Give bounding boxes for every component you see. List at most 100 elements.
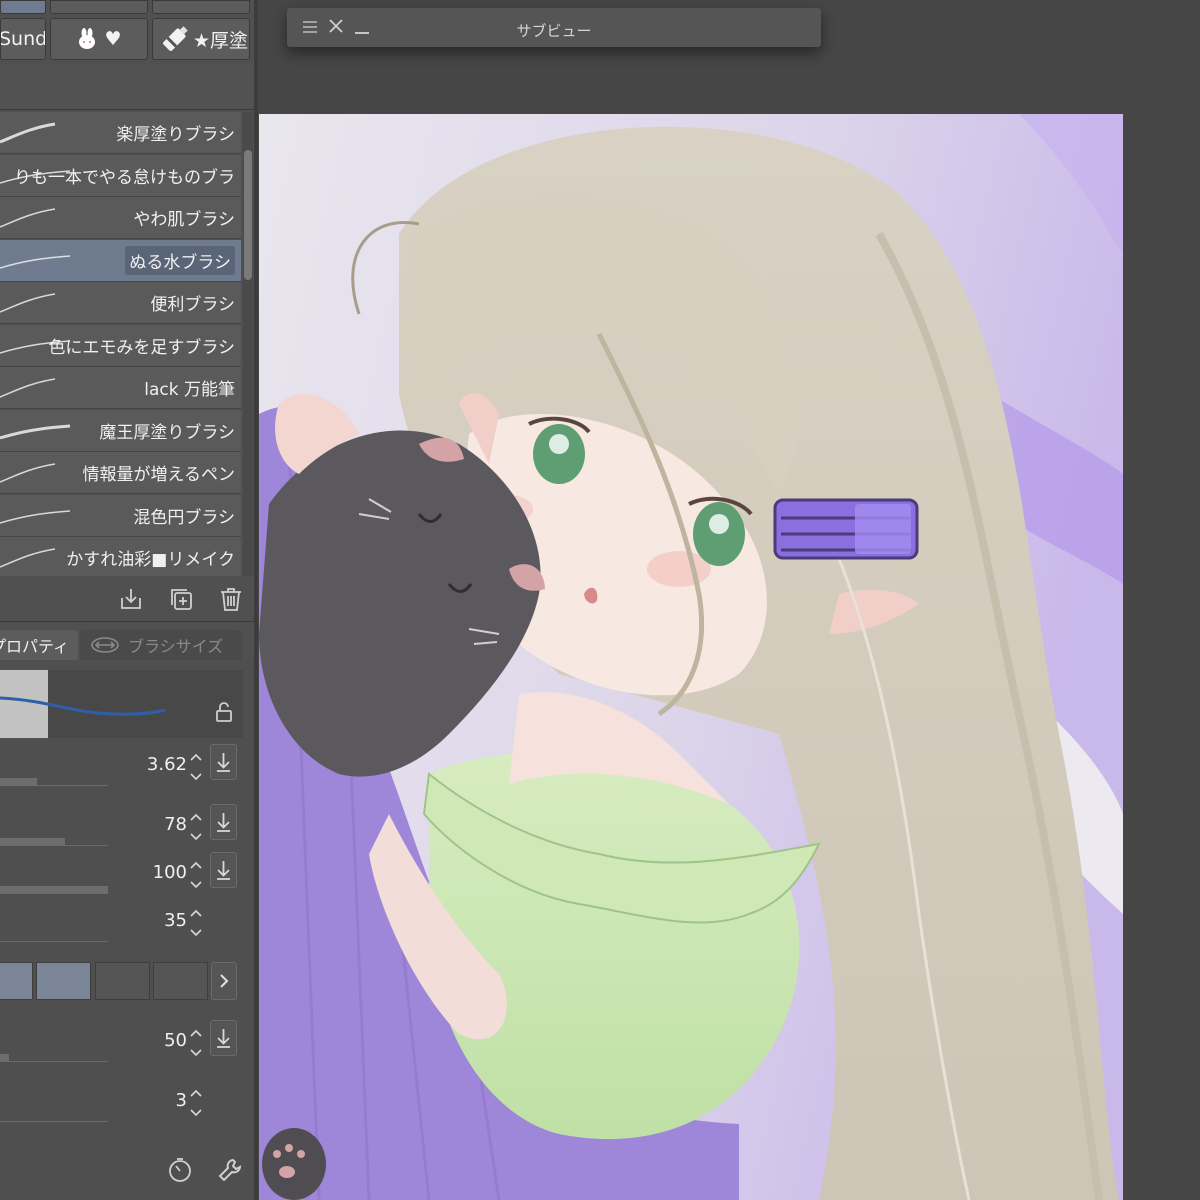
property-value[interactable]: 78 [164, 814, 187, 835]
material-tab-sunday[interactable]: Sunda [0, 18, 46, 60]
panel-divider[interactable] [254, 0, 258, 1200]
stepper-arrows-icon[interactable] [188, 858, 204, 892]
wrench-icon[interactable] [216, 1156, 244, 1184]
brush-stroke-thumbnail [0, 208, 56, 228]
brush-stroke-thumbnail [0, 254, 71, 269]
brush-size-icon [90, 636, 120, 654]
duplicate-icon[interactable] [168, 586, 194, 612]
brush-item-label: やわ肌ブラシ [133, 210, 235, 230]
brush-item-label: lack 万能筆 [144, 380, 235, 400]
tube-icon [157, 22, 193, 56]
property-slider[interactable] [0, 778, 108, 786]
download-icon[interactable] [210, 744, 237, 780]
segment-option-2[interactable] [36, 962, 91, 1000]
brush-item[interactable]: 色にエモみを足すブラシ [0, 324, 241, 367]
tab-properties-label: プロパティ [0, 637, 70, 656]
brush-item-label: 魔王厚塗りブラシ [99, 422, 235, 443]
brush-item[interactable]: 魔王厚塗りブラシ [0, 409, 241, 452]
brush-item-label: りも一本でやる怠けものブラ [14, 167, 235, 188]
property-slider-fill [0, 886, 108, 894]
material-tab-atsunuri[interactable]: ★厚塗 [152, 18, 250, 60]
brush-item[interactable]: りも一本でやる怠けものブラ [0, 154, 241, 197]
download-icon[interactable] [118, 586, 144, 612]
brush-stroke-thumbnail [0, 378, 56, 398]
material-tab-label: ★厚塗 [193, 29, 249, 52]
stepper-arrows-icon[interactable] [188, 810, 204, 844]
left-panel: Sunda ♥ ★厚塗 楽厚塗りブラシりも一本でやる怠けものブラやわ肌ブラシぬる… [0, 0, 255, 1200]
subview-window[interactable]: サブビュー [287, 8, 821, 47]
property-row[interactable]: 35 [0, 900, 255, 950]
brush-item[interactable]: 便利ブラシ [0, 282, 241, 324]
subview-title: サブビュー [516, 22, 592, 40]
property-row[interactable]: 100 [0, 852, 255, 902]
material-tab-label: Sunda [0, 28, 45, 50]
material-tab-top-1[interactable] [0, 0, 46, 14]
property-tabs: プロパティ ブラシサイズ [0, 630, 255, 660]
stepper-arrows-icon[interactable] [188, 906, 204, 940]
brush-stroke-thumbnail [0, 424, 71, 439]
material-tab-top-2[interactable] [50, 0, 148, 14]
download-icon[interactable] [210, 852, 237, 888]
property-row[interactable]: 50 [0, 1020, 255, 1070]
property-value[interactable]: 35 [164, 910, 187, 931]
segment-option-4[interactable] [153, 962, 208, 1000]
segment-option-1[interactable] [0, 962, 33, 1000]
property-slider[interactable] [0, 1054, 108, 1062]
bunny-icon [76, 28, 98, 50]
material-tab-label: ♥ [104, 28, 122, 50]
segment-next-button[interactable] [211, 962, 237, 1000]
property-slider[interactable] [0, 838, 108, 846]
brush-list-header [0, 64, 255, 110]
brush-item-label: 色にエモみを足すブラシ [48, 337, 235, 358]
brush-toolbar [0, 576, 255, 622]
brush-item[interactable]: 情報量が増えるペン [0, 452, 241, 494]
brush-item-label: 混色円ブラシ [133, 507, 235, 528]
property-slider-fill [0, 778, 37, 786]
brush-stroke-thumbnail [0, 122, 56, 144]
material-tab-bunny[interactable]: ♥ [50, 18, 148, 60]
material-tab-top-3[interactable] [152, 0, 250, 14]
stepper-arrows-icon[interactable] [188, 1026, 204, 1060]
brush-stroke-thumbnail [0, 293, 56, 313]
brush-item[interactable]: かすれ油彩■リメイク [0, 537, 241, 579]
chevron-right-icon [220, 974, 229, 988]
property-row[interactable]: 78 [0, 804, 255, 854]
timer-icon[interactable] [166, 1156, 194, 1184]
brush-item[interactable]: やわ肌ブラシ [0, 197, 241, 239]
brush-stroke-thumbnail [0, 463, 56, 483]
trash-icon[interactable] [218, 586, 244, 612]
property-slider[interactable] [0, 886, 108, 894]
brush-list: 楽厚塗りブラシりも一本でやる怠けものブラやわ肌ブラシぬる水ブラシ便利ブラシ色にエ… [0, 112, 255, 579]
property-value[interactable]: 3 [176, 1090, 187, 1111]
tab-brush-size[interactable]: ブラシサイズ [80, 630, 242, 660]
lock-icon[interactable] [212, 700, 236, 724]
hair-clip [773, 498, 919, 560]
brush-item-label: ぬる水ブラシ [125, 245, 235, 275]
brush-list-scroll-thumb[interactable] [244, 150, 252, 280]
tab-properties[interactable]: プロパティ [0, 630, 78, 660]
drawing-canvas[interactable] [259, 114, 1123, 1200]
brush-item-label: 情報量が増えるペン [82, 465, 236, 485]
brush-item[interactable]: 混色円ブラシ [0, 494, 241, 537]
stepper-arrows-icon[interactable] [188, 1086, 204, 1120]
property-row[interactable]: 3.62 [0, 744, 255, 794]
property-slider[interactable] [0, 1114, 108, 1122]
property-value[interactable]: 50 [164, 1030, 187, 1051]
property-slider[interactable] [0, 934, 108, 942]
property-row[interactable]: 3 [0, 1080, 255, 1130]
property-slider-fill [0, 1054, 9, 1062]
download-icon[interactable] [210, 804, 237, 840]
stepper-arrows-icon[interactable] [188, 750, 204, 784]
segment-option-3[interactable] [95, 962, 150, 1000]
property-value[interactable]: 100 [153, 862, 187, 883]
brush-item-label: かすれ油彩■リメイク [66, 550, 235, 570]
brush-item-label: 便利ブラシ [150, 295, 235, 315]
brush-item[interactable]: lack 万能筆 [0, 367, 241, 409]
brush-item[interactable]: 楽厚塗りブラシ [0, 112, 241, 154]
brush-item-label: 楽厚塗りブラシ [116, 125, 235, 145]
property-slider-fill [0, 838, 65, 846]
download-icon[interactable] [210, 1020, 237, 1056]
brush-stroke-thumbnail [0, 509, 71, 524]
brush-item[interactable]: ぬる水ブラシ [0, 239, 241, 282]
property-value[interactable]: 3.62 [147, 754, 187, 775]
